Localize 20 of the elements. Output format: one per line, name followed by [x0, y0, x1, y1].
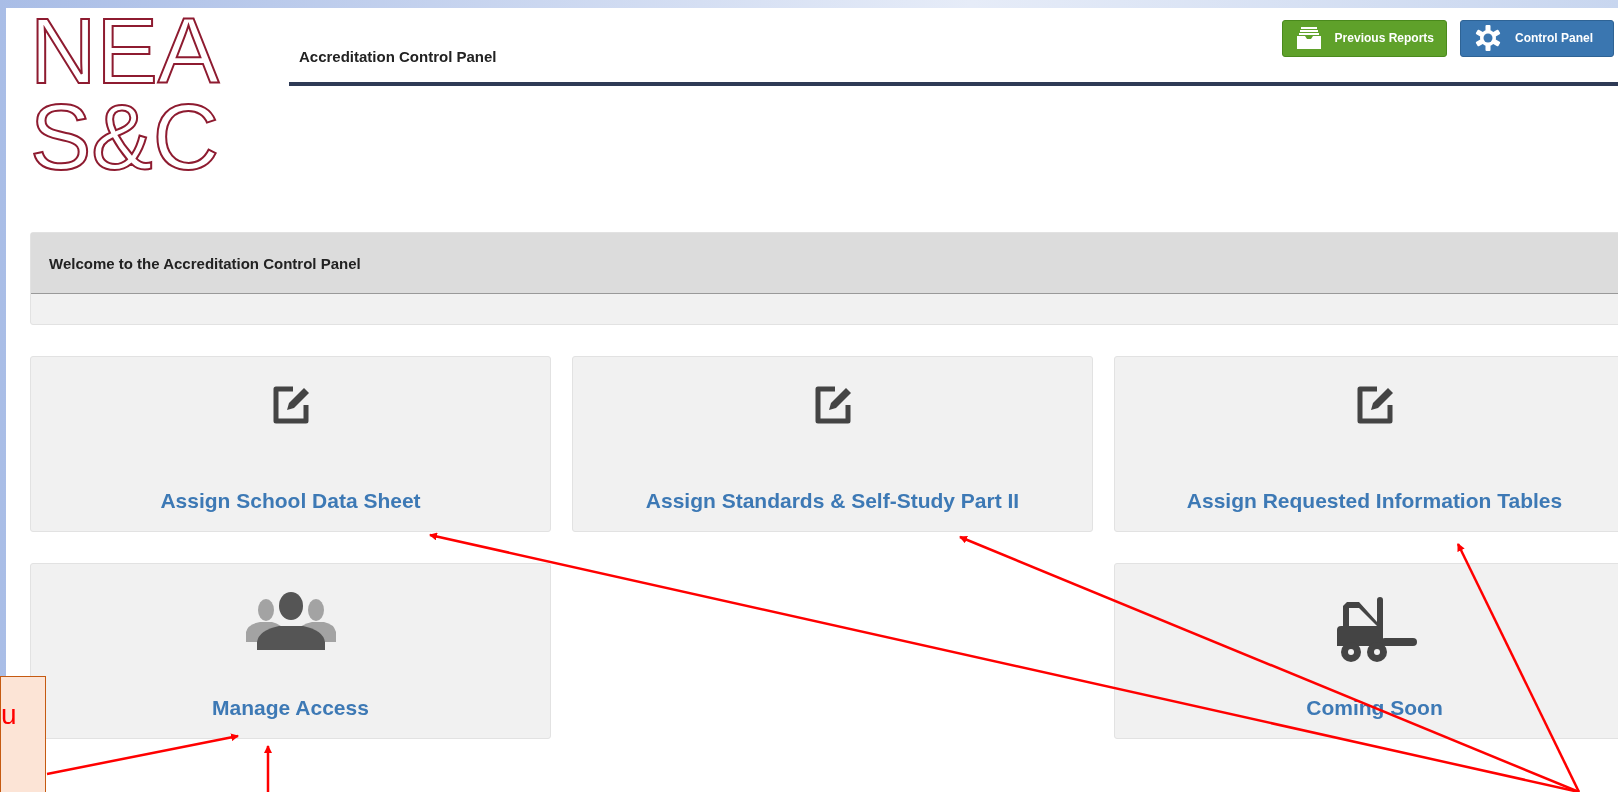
logo: NEA S&C [30, 8, 221, 180]
gear-icon [1475, 25, 1501, 51]
tile-card[interactable]: Assign School Data Sheet [30, 356, 551, 532]
tile-link[interactable]: Manage Access [212, 696, 369, 720]
tile-card[interactable]: Coming Soon [1114, 563, 1618, 739]
tile-link[interactable]: Assign School Data Sheet [160, 489, 421, 513]
tile-card[interactable]: Assign Requested Information Tables [1114, 356, 1618, 532]
tile-card[interactable]: Manage Access [30, 563, 551, 739]
control-panel-button[interactable]: Control Panel [1460, 19, 1614, 57]
drawer-icon [1296, 27, 1321, 49]
arrow [264, 745, 272, 792]
tile-link[interactable]: Assign Standards & Self-Study Part II [645, 489, 1020, 513]
tile-link[interactable]: Assign Requested Information Tables [1186, 489, 1563, 513]
page-title: Accreditation Control Panel [299, 47, 497, 65]
tile-link[interactable]: Coming Soon [1306, 696, 1443, 720]
panel-heading: Welcome to the Accreditation Control Panel [49, 254, 361, 272]
people-icon [245, 592, 336, 650]
previous-reports-button[interactable]: Previous Reports [1281, 19, 1447, 57]
callout-box: u [0, 676, 46, 792]
tile-card[interactable]: Assign Standards & Self-Study Part II [572, 356, 1093, 532]
